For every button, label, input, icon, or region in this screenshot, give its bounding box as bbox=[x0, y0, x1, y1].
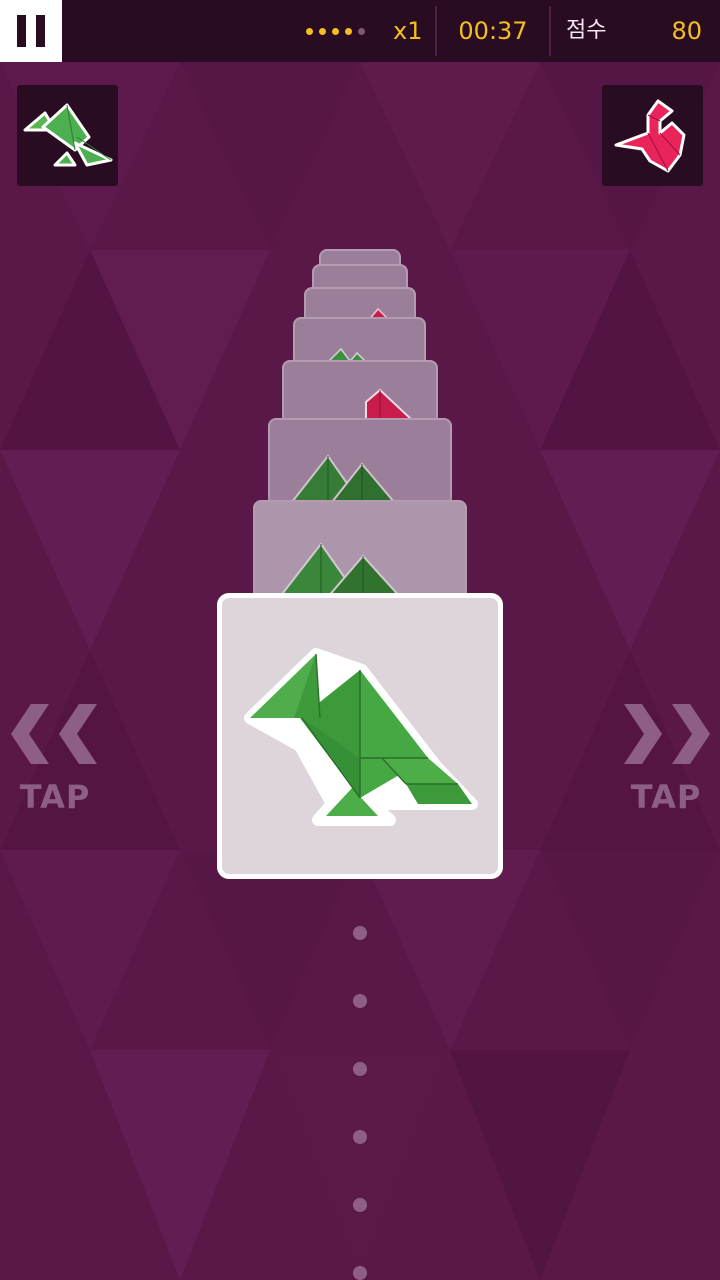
tap-left-zone[interactable]: TAP bbox=[5, 700, 105, 820]
score-value: 80 bbox=[671, 17, 702, 45]
queue-dot bbox=[353, 994, 367, 1008]
combo-dot bbox=[306, 28, 313, 35]
stack-card bbox=[268, 418, 452, 506]
current-card[interactable] bbox=[217, 593, 503, 879]
combo-dot bbox=[332, 28, 339, 35]
pause-button[interactable] bbox=[0, 0, 62, 62]
combo-dot bbox=[319, 28, 326, 35]
left-target-bird[interactable] bbox=[17, 85, 118, 186]
stack-card bbox=[282, 360, 438, 424]
score-label: 점수 bbox=[566, 18, 607, 43]
top-bar: x1 00:37 점수 80 bbox=[0, 0, 720, 62]
queue-dot bbox=[353, 926, 367, 940]
tap-left-label: TAP bbox=[19, 778, 91, 816]
swan-icon bbox=[365, 388, 415, 421]
double-chevron-right-icon bbox=[624, 704, 710, 764]
combo-dot bbox=[345, 28, 352, 35]
tap-right-zone[interactable]: TAP bbox=[616, 700, 716, 820]
bird-icon bbox=[23, 103, 113, 167]
bird-icon bbox=[289, 454, 397, 503]
right-target-swan[interactable] bbox=[602, 85, 703, 186]
combo-dot bbox=[358, 28, 365, 35]
queue-dot bbox=[353, 1130, 367, 1144]
swan-icon bbox=[614, 99, 686, 173]
tap-right-label: TAP bbox=[630, 778, 702, 816]
pause-icon-bar bbox=[36, 15, 45, 47]
queue-dot bbox=[353, 1198, 367, 1212]
pause-icon bbox=[17, 15, 26, 47]
double-chevron-left-icon bbox=[11, 704, 97, 764]
bird-icon bbox=[244, 648, 478, 826]
multiplier: x1 bbox=[393, 17, 423, 45]
queue-dot bbox=[353, 1266, 367, 1280]
timer: 00:37 bbox=[458, 17, 528, 45]
queue-dot bbox=[353, 1062, 367, 1076]
combo-dots bbox=[306, 28, 365, 36]
divider bbox=[549, 6, 551, 56]
